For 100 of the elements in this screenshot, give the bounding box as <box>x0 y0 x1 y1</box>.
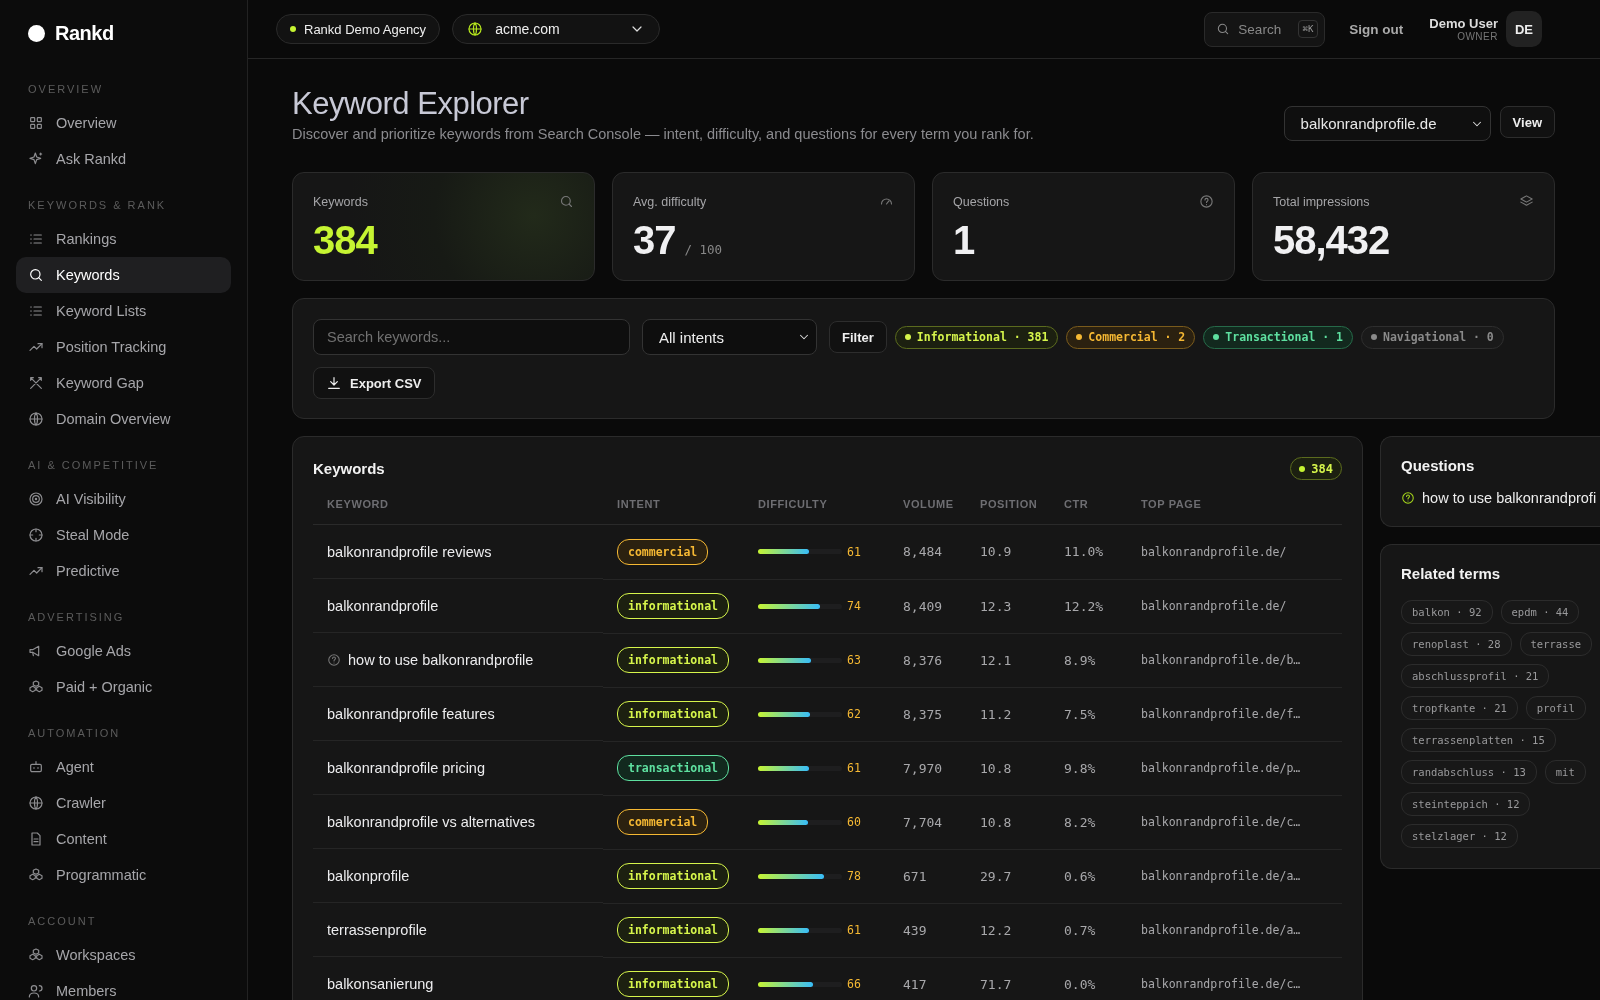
users-icon <box>28 983 44 999</box>
term-chip[interactable]: profil <box>1525 696 1586 720</box>
volume-cell: 671 <box>889 849 966 903</box>
position-cell: 10.9 <box>966 524 1050 579</box>
sidebar-item[interactable]: Ask Rankd <box>16 141 231 177</box>
volume-cell: 8,484 <box>889 524 966 579</box>
stat-value: 37 <box>633 218 676 263</box>
intent-badge: informational <box>617 917 729 943</box>
difficulty-value: 61 <box>847 761 861 775</box>
sidebar-item[interactable]: Overview <box>16 105 231 141</box>
intent-badge: informational <box>617 863 729 889</box>
filter-button[interactable]: Filter <box>829 321 887 353</box>
volume-cell: 8,376 <box>889 633 966 687</box>
keyword-text: how to use balkonrandprofile <box>348 651 534 668</box>
sidebar-item[interactable]: Programmatic <box>16 857 231 893</box>
keyword-text: balkonsanierung <box>327 975 434 992</box>
column-header: TOP PAGE <box>1127 488 1342 525</box>
sidebar-item[interactable]: Predictive <box>16 553 231 589</box>
position-cell: 10.8 <box>966 795 1050 849</box>
intent-badge: informational <box>617 971 729 997</box>
export-button[interactable]: Export CSV <box>313 367 435 399</box>
ctr-cell: 7.5% <box>1050 687 1127 741</box>
panel-title: Questions <box>1401 457 1476 474</box>
intent-chip[interactable]: Commercial · 2 <box>1066 325 1196 349</box>
column-header: CTR <box>1050 488 1127 525</box>
sidebar-item[interactable]: Paid + Organic <box>16 669 231 705</box>
intent-chip[interactable]: Transactional · 1 <box>1203 325 1353 349</box>
workspace-button[interactable]: Rankd Demo Agency <box>276 14 441 44</box>
sidebar-item[interactable]: Crawler <box>16 785 231 821</box>
term-chip[interactable]: terrassenplatten · 15 <box>1401 728 1556 752</box>
term-chip[interactable]: tropfkante · 21 <box>1401 696 1518 720</box>
page-subtitle: Discover and prioritize keywords from Search Console — intent, difficulty, and questions for every term you rank for. <box>292 126 1034 142</box>
sidebar-item[interactable]: Domain Overview <box>16 401 231 437</box>
term-chip[interactable]: randabschluss · 13 <box>1401 760 1537 784</box>
ctr-cell: 8.2% <box>1050 795 1127 849</box>
top-page-cell: balkonrandprofile.de/f… <box>1127 687 1342 741</box>
sign-out-link[interactable]: Sign out <box>1349 21 1404 37</box>
difficulty-value: 62 <box>847 707 861 721</box>
keyword-search-field[interactable]: Search keywords... <box>313 319 630 355</box>
keyword-text: balkonrandprofile reviews <box>327 543 492 560</box>
volume-cell: 7,970 <box>889 741 966 795</box>
stat-value: 384 <box>313 218 377 263</box>
column-header: KEYWORD <box>313 488 603 525</box>
difficulty-value: 61 <box>847 544 861 559</box>
domain-select[interactable]: balkonrandprofile.de <box>1283 106 1491 141</box>
cubes-icon <box>28 867 44 883</box>
column-header: DIFFICULTY <box>744 488 889 525</box>
help-icon <box>327 652 341 667</box>
sidebar-item[interactable]: Google Ads <box>16 633 231 669</box>
difficulty-value: 61 <box>847 923 861 937</box>
term-chip[interactable]: mit <box>1544 760 1586 784</box>
site-select[interactable]: acme.com <box>452 14 661 44</box>
volume-cell: 417 <box>889 957 966 1000</box>
position-cell: 12.2 <box>966 903 1050 957</box>
intent-chip[interactable]: Informational · 381 <box>894 325 1059 349</box>
volume-cell: 7,704 <box>889 795 966 849</box>
top-page-cell: balkonrandprofile.de/a… <box>1127 903 1342 957</box>
count-badge: 384 <box>1290 457 1342 480</box>
sidebar-item[interactable]: Keyword Gap <box>16 365 231 401</box>
crosshair-icon <box>28 527 44 543</box>
term-chip[interactable]: renoplast · 28 <box>1401 632 1512 656</box>
globe-icon <box>28 795 44 811</box>
term-chip[interactable]: abschlussprofil · 21 <box>1401 664 1550 688</box>
column-header: VOLUME <box>889 488 966 525</box>
keyword-text: balkonrandprofile <box>327 597 439 614</box>
sidebar-item[interactable]: Content <box>16 821 231 857</box>
sidebar-item[interactable]: Position Tracking <box>16 329 231 365</box>
intent-badge: commercial <box>617 809 709 835</box>
sidebar-item[interactable]: AI Visibility <box>16 481 231 517</box>
section-heading: KEYWORDS & RANK <box>27 198 168 213</box>
sidebar-item[interactable]: Keyword Lists <box>16 293 231 329</box>
term-chip[interactable]: stelzlager · 12 <box>1401 824 1518 848</box>
view-button[interactable]: View <box>1499 106 1555 138</box>
sidebar-item[interactable]: Members <box>16 973 231 1000</box>
term-chip[interactable]: steinteppich · 12 <box>1401 792 1531 816</box>
term-chip[interactable]: balkon · 92 <box>1401 600 1493 624</box>
term-chip[interactable]: terrasse <box>1519 632 1593 656</box>
sidebar-item[interactable]: Rankings <box>16 221 231 257</box>
sidebar-item[interactable]: Agent <box>16 749 231 785</box>
term-chip[interactable]: epdm · 44 <box>1500 600 1580 624</box>
intent-badge: commercial <box>617 538 709 565</box>
ctr-cell: 11.0% <box>1050 524 1127 579</box>
sidebar-item[interactable]: Workspaces <box>16 937 231 973</box>
sidebar-item[interactable]: Keywords <box>16 257 231 293</box>
user-avatar[interactable]: DE <box>1506 11 1542 47</box>
help-icon <box>1401 491 1415 505</box>
section-heading: ACCOUNT <box>27 914 98 929</box>
stat-label: Avg. difficulty <box>633 194 707 209</box>
difficulty-value: 74 <box>847 599 861 613</box>
search-button[interactable]: Search ⌘K <box>1204 11 1326 47</box>
top-page-cell: balkonrandprofile.de/ <box>1127 524 1342 579</box>
list-icon <box>28 231 44 247</box>
intent-select[interactable]: All intents <box>642 319 817 355</box>
intent-chip[interactable]: Navigational · 0 <box>1361 325 1504 349</box>
question-text: how to use balkonrandprofi <box>1422 490 1597 506</box>
sidebar-item[interactable]: Steal Mode <box>16 517 231 553</box>
keyword-text: balkonrandprofile features <box>327 705 495 722</box>
column-header: POSITION <box>966 488 1050 525</box>
keyword-text: terrassenprofile <box>327 921 427 938</box>
stat-value: 58,432 <box>1273 218 1390 263</box>
